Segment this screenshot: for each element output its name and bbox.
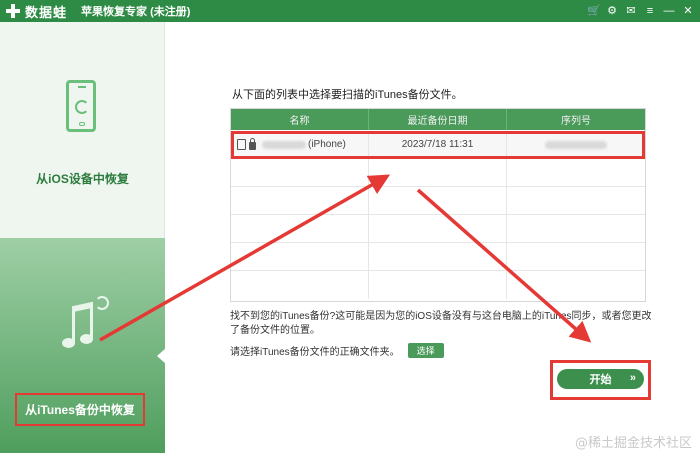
cart-icon[interactable]: 🛒 xyxy=(587,5,601,17)
table-row xyxy=(231,215,645,243)
menu-icon[interactable]: ≡ xyxy=(644,5,656,17)
music-note-icon xyxy=(60,296,109,352)
minimize-icon[interactable]: — xyxy=(663,5,675,17)
title-bar: 数据蛙 苹果恢复专家 (未注册) 🛒 ⚙ ✉ ≡ — ✕ xyxy=(0,0,700,22)
active-pointer xyxy=(157,348,166,364)
watermark: @稀土掘金技术社区 xyxy=(574,436,692,451)
window-controls: 🛒 ⚙ ✉ ≡ — ✕ xyxy=(587,0,694,22)
column-header-name[interactable]: 名称 xyxy=(231,109,369,130)
instruction-text: 从下面的列表中选择要扫描的iTunes备份文件。 xyxy=(232,89,463,101)
start-button[interactable]: 开始 » xyxy=(557,369,644,389)
column-header-date[interactable]: 最近备份日期 xyxy=(369,109,507,130)
sidebar-item-itunes-backup[interactable]: 从iTunes备份中恢复 xyxy=(0,238,166,453)
highlight-box: 从iTunes备份中恢复 xyxy=(15,393,145,426)
double-chevron-right-icon: » xyxy=(629,372,636,384)
sidebar-item-label: 从iOS设备中恢复 xyxy=(36,172,129,186)
backup-table: 名称 最近备份日期 序列号 (iPhone) 2023/7/18 11:31 xyxy=(230,108,646,302)
settings-icon[interactable]: ⚙ xyxy=(606,5,618,17)
choose-folder-text: 请选择iTunes备份文件的正确文件夹。 xyxy=(230,347,400,358)
table-row xyxy=(231,243,645,271)
logo-text: 数据蛙 xyxy=(25,4,68,20)
refresh-icon xyxy=(95,296,109,310)
table-header: 名称 最近备份日期 序列号 xyxy=(231,109,645,130)
message-icon[interactable]: ✉ xyxy=(625,5,637,17)
table-row xyxy=(231,159,645,187)
table-row xyxy=(231,187,645,215)
phone-sync-icon xyxy=(66,80,96,132)
start-button-label: 开始 xyxy=(589,374,612,386)
plus-logo-icon xyxy=(6,4,20,18)
start-highlight-box: 开始 » xyxy=(550,360,651,400)
sidebar-item-label: 从iTunes备份中恢复 xyxy=(25,403,135,417)
sidebar: 从iOS设备中恢复 从iTunes备份中恢复 xyxy=(0,22,166,453)
choose-folder-button[interactable]: 选择 xyxy=(407,343,444,358)
column-header-serial[interactable]: 序列号 xyxy=(507,109,645,130)
main-panel: 从下面的列表中选择要扫描的iTunes备份文件。 名称 最近备份日期 序列号 (… xyxy=(166,22,700,453)
app-title: 苹果恢复专家 (未注册) xyxy=(81,6,191,18)
close-icon[interactable]: ✕ xyxy=(682,5,694,17)
choose-folder-row: 请选择iTunes备份文件的正确文件夹。 选择 xyxy=(230,343,444,358)
help-note: 找不到您的iTunes备份?这可能是因为您的iOS设备没有与这台电脑上的iTun… xyxy=(230,311,652,336)
table-row xyxy=(231,271,645,299)
selection-highlight xyxy=(231,131,645,159)
sidebar-item-ios-device[interactable]: 从iOS设备中恢复 xyxy=(0,22,165,238)
app-logo: 数据蛙 xyxy=(6,2,67,21)
